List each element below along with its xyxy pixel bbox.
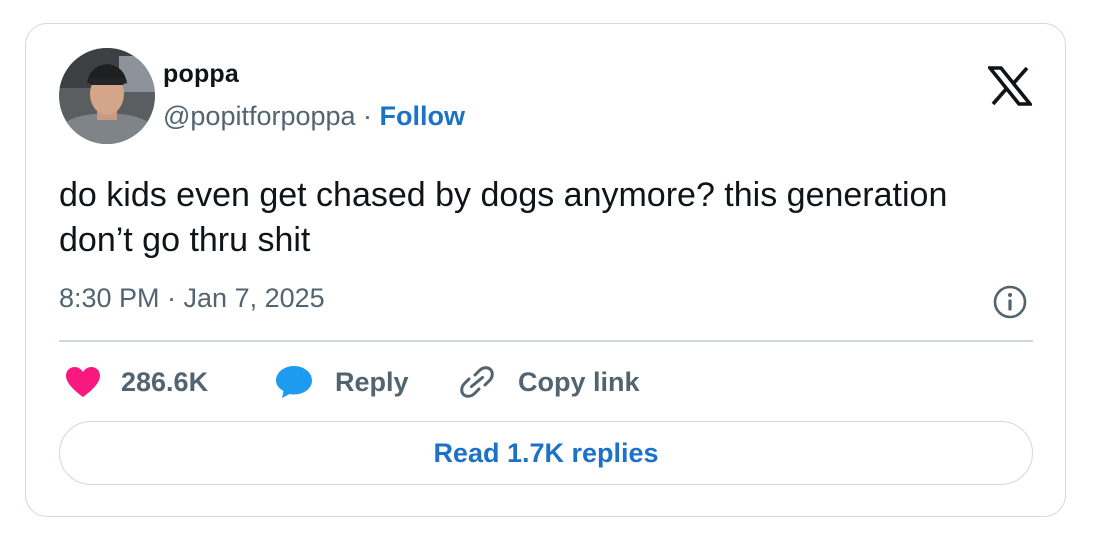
author-handle-row: @popitforpoppa · Follow — [163, 101, 465, 132]
divider — [59, 340, 1033, 342]
info-icon[interactable] — [992, 284, 1028, 320]
reply-bubble-icon — [276, 366, 312, 398]
handle-separator: · — [355, 101, 380, 131]
author-avatar[interactable] — [59, 48, 155, 144]
tweet-timestamp[interactable]: 8:30 PM · Jan 7, 2025 — [59, 283, 325, 314]
tweet-text: do kids even get chased by dogs anymore?… — [59, 176, 948, 259]
avatar-photo — [59, 48, 155, 144]
reply-label: Reply — [335, 366, 409, 397]
author-handle[interactable]: @popitforpoppa — [163, 101, 356, 131]
copy-link-button[interactable]: Copy link — [458, 364, 640, 400]
read-replies-button[interactable]: Read 1.7K replies — [59, 421, 1033, 485]
copy-link-label: Copy link — [518, 366, 640, 397]
like-button[interactable]: 286.6K — [65, 364, 208, 400]
follow-button[interactable]: Follow — [380, 101, 465, 131]
heart-icon — [66, 367, 100, 397]
reply-button[interactable]: Reply — [275, 364, 409, 400]
like-count: 286.6K — [121, 366, 209, 397]
link-icon — [460, 366, 494, 398]
author-name[interactable]: poppa — [163, 60, 239, 89]
tweet-card: poppa @popitforpoppa · Follow do kids ev… — [25, 23, 1066, 517]
x-logo-icon[interactable] — [988, 66, 1032, 106]
